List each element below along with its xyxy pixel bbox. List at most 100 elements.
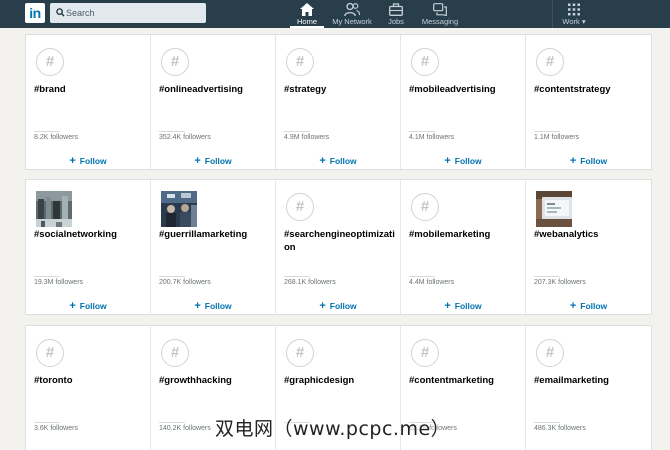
linkedin-logo[interactable]: in [25,3,45,23]
follow-button[interactable]: + Follow [401,300,525,312]
hashtag-icon: # [411,339,439,367]
divider [159,422,185,423]
hashtag-name[interactable]: #contentstrategy [534,83,647,96]
hashtag-card: #socialnetworking 19.3M followers + Follo… [26,180,151,314]
search-input[interactable] [66,3,202,23]
divider [284,131,310,132]
hashtag-name[interactable]: #webanalytics [534,228,647,241]
follow-button[interactable]: + Follow [151,300,275,312]
follower-count: 4.4M followers [409,279,455,286]
hashtag-card: #webanalytics 207.3K followers + Follow [526,180,651,314]
hashtag-icon: # [36,339,64,367]
nav-messaging-label: Messaging [421,17,459,26]
plus-icon: + [69,300,76,312]
follow-button[interactable]: + Follow [276,155,400,167]
divider [534,422,560,423]
hashtag-card: # #emailmarketing 486.3K followers [526,326,651,450]
hashtag-name[interactable]: #contentmarketing [409,374,521,387]
divider [159,131,185,132]
hashtag-icon: # [286,48,314,76]
hashtag-image [536,191,572,227]
hashtag-card: # #mobilemarketing 4.4M followers + Follo… [401,180,526,314]
follower-count: 1.1M followers [534,134,580,141]
hashtag-icon: # [161,339,189,367]
home-icon [300,3,314,16]
hashtag-icon: # [161,48,189,76]
hashtag-card: # #mobileadvertising 4.1M followers + Fol… [401,35,526,169]
nav-divider [552,0,553,28]
divider [34,422,60,423]
follower-count: 8.2K followers [34,134,78,141]
follower-count: 207.3K followers [534,279,586,286]
follow-button[interactable]: + Follow [26,300,150,312]
follow-label: Follow [580,301,608,311]
hashtag-name[interactable]: #emailmarketing [534,374,647,387]
grid-icon [568,3,580,16]
follow-label: Follow [454,156,482,166]
nav-work-label: Work ▾ [562,17,586,26]
hashtag-name[interactable]: #searchengineoptimization [284,228,396,254]
hashtag-name[interactable]: #mobilemarketing [409,228,521,241]
follower-count: 3.6K followers [34,425,78,432]
hashtag-icon: # [36,48,64,76]
hashtag-name[interactable]: #onlineadvertising [159,83,271,96]
nav-work-menu[interactable]: Work ▾ [558,0,590,28]
follow-button[interactable]: + Follow [526,300,651,312]
follow-button[interactable]: + Follow [26,155,150,167]
plus-icon: + [319,155,326,167]
follow-button[interactable]: + Follow [151,155,275,167]
hashtag-name[interactable]: #brand [34,83,146,96]
follow-button[interactable]: + Follow [401,155,525,167]
plus-icon: + [444,155,451,167]
search-icon [56,8,65,17]
search-box[interactable] [50,3,206,23]
hashtag-name[interactable]: #strategy [284,83,396,96]
hashtag-card: # #toronto 3.6K followers [26,326,151,450]
plus-icon: + [319,300,326,312]
hashtag-name[interactable]: #toronto [34,374,146,387]
follow-button[interactable]: + Follow [526,155,651,167]
nav-home[interactable]: Home [290,0,324,28]
hashtag-icon: # [536,48,564,76]
hashtag-image [161,191,197,227]
briefcase-icon [389,3,403,16]
plus-icon: + [444,300,451,312]
divider [159,276,185,277]
follow-button[interactable]: + Follow [276,300,400,312]
divider [34,131,60,132]
hashtag-icon: # [286,193,314,221]
nav-jobs[interactable]: Jobs [383,0,409,28]
watermark-text: 双电网（www.pcpc.me） [215,418,451,440]
nav-messaging[interactable]: Messaging [420,0,460,28]
hashtag-icon: # [411,193,439,221]
hashtag-row-1: # #brand 8.2K followers + Follow # #onlin… [25,34,652,170]
plus-icon: + [569,300,577,312]
follow-label: Follow [329,156,357,166]
nav-my-network[interactable]: My Network [330,0,374,28]
follower-count: 140.2K followers [159,425,211,432]
follower-count: 200.7K followers [159,279,211,286]
hashtag-icon: # [286,339,314,367]
hashtag-image [36,191,72,227]
plus-icon: + [194,155,201,167]
plus-icon: + [569,155,577,167]
hashtag-card: # #searchengineoptimization 268.1K follo… [276,180,401,314]
follow-label: Follow [79,156,107,166]
follower-count: 486.3K followers [534,425,586,432]
follow-label: Follow [454,301,482,311]
follower-count: 268.1K followers [284,279,336,286]
hashtag-card: # #strategy 4.9M followers + Follow [276,35,401,169]
divider [284,276,310,277]
hashtag-card: # #brand 8.2K followers + Follow [26,35,151,169]
hashtag-card: # #contentstrategy 1.1M followers + Follo… [526,35,651,169]
hashtag-name[interactable]: #socialnetworking [34,228,146,241]
hashtag-name[interactable]: #graphicdesign [284,374,396,387]
hashtag-card: # #onlineadvertising 352.4K followers + F… [151,35,276,169]
network-icon [344,3,360,16]
follow-label: Follow [580,156,608,166]
follow-label: Follow [204,301,232,311]
divider [34,276,60,277]
hashtag-name[interactable]: #guerrillamarketing [159,228,271,241]
hashtag-name[interactable]: #growthhacking [159,374,271,387]
hashtag-name[interactable]: #mobileadvertising [409,83,521,96]
